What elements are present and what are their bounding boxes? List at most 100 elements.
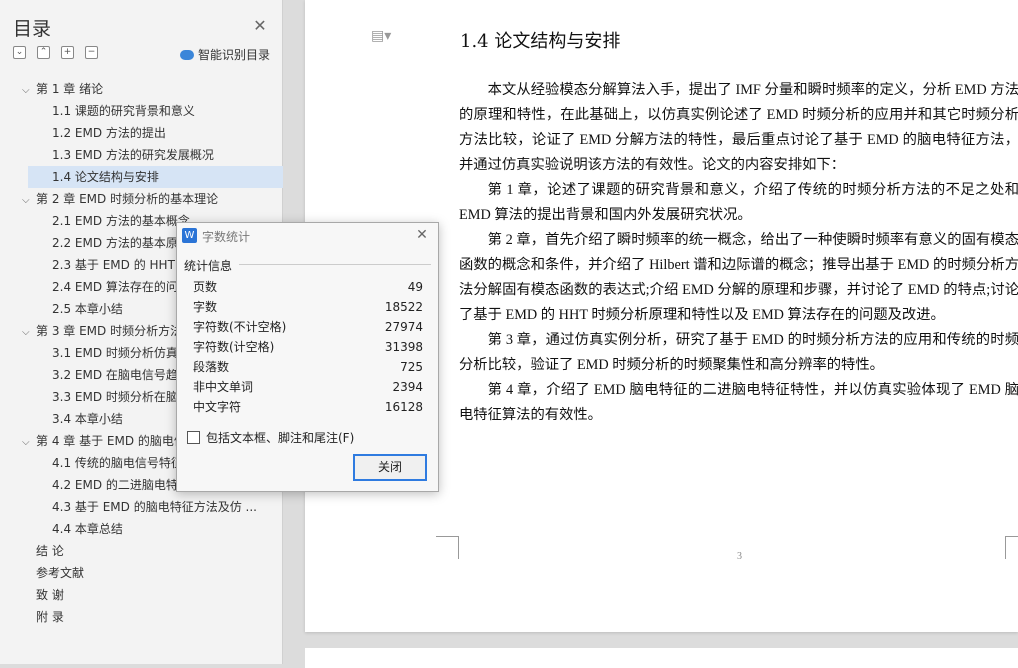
stat-row: 字符数(不计空格) 27974	[193, 317, 423, 337]
toc-item-label: 4.2 EMD 的二进脑电特征	[52, 478, 190, 492]
toc-item-label: 1.4 论文结构与安排	[52, 170, 159, 184]
document-icon[interactable]: ▤▾	[371, 28, 391, 44]
toc-item[interactable]: 3.2 EMD 在脑电信号趋势	[52, 364, 190, 386]
divider	[239, 264, 431, 265]
dialog-title: 字数统计	[202, 230, 251, 244]
toc-item-label: 第 3 章 EMD 时频分析方法	[36, 324, 183, 338]
paragraph: 第 3 章，通过仿真实例分析，研究了基于 EMD 的时频分析方法的应用和传统的时…	[459, 332, 1018, 373]
toc-item-label: 4.1 传统的脑电信号特征	[52, 456, 183, 470]
include-textbox-checkbox[interactable]: 包括文本框、脚注和尾注(F)	[187, 429, 354, 446]
toc-item[interactable]: 2.5 本章小结	[52, 298, 123, 320]
toc-item[interactable]: 1.1 课题的研究背景和意义	[52, 100, 195, 122]
stat-row: 字符数(计空格) 31398	[193, 337, 423, 357]
dialog-close-icon[interactable]: ✕	[413, 226, 431, 244]
chevron-down-icon[interactable]: ⌵	[22, 80, 36, 102]
close-icon[interactable]: ✕	[250, 16, 270, 36]
close-button[interactable]: 关闭	[353, 454, 427, 481]
toc-item[interactable]: 参考文献	[36, 562, 84, 584]
toc-item-label: 3.4 本章小结	[52, 412, 123, 426]
toc-item[interactable]: ⌵ 第 2 章 EMD 时频分析的基本理论	[22, 188, 218, 210]
toc-item[interactable]: 附 录	[36, 606, 64, 628]
toc-item-label: 3.2 EMD 在脑电信号趋势	[52, 368, 190, 382]
toc-item[interactable]: ⌵ 第 4 章 基于 EMD 的脑电信号	[22, 430, 198, 452]
toc-item-label: 2.4 EMD 算法存在的问题	[52, 280, 190, 294]
toc-item[interactable]: 2.3 基于 EMD 的 HHT	[52, 254, 175, 276]
toc-item-label: 致 谢	[36, 588, 64, 602]
stat-value: 2394	[392, 380, 423, 394]
toc-item-label: 第 1 章 绪论	[36, 82, 104, 96]
chevron-down-icon[interactable]: ⌵	[22, 322, 36, 344]
add-icon[interactable]: +	[61, 46, 74, 59]
next-page	[305, 648, 1018, 668]
stat-value: 18522	[384, 300, 423, 314]
stat-label: 字符数(计空格)	[193, 340, 275, 354]
toc-item-label: 参考文献	[36, 566, 85, 580]
stat-row: 中文字符 16128	[193, 397, 423, 417]
toc-item[interactable]: ⌵ 第 1 章 绪论	[22, 78, 103, 100]
toc-item[interactable]: 1.2 EMD 方法的提出	[52, 122, 166, 144]
toc-item-label: 2.1 EMD 方法的基本概念	[52, 214, 190, 228]
stat-row: 字数 18522	[193, 297, 423, 317]
page-corner-mark	[1005, 536, 1018, 559]
toc-item[interactable]: 4.2 EMD 的二进脑电特征	[52, 474, 190, 496]
stat-value: 16128	[384, 400, 423, 414]
paragraph: 第 1 章，论述了课题的研究背景和意义，介绍了传统的时频分析方法的不足之处和 E…	[459, 182, 1018, 223]
toc-item-label: 4.3 基于 EMD 的脑电特征方法及仿 ...	[52, 500, 257, 514]
toc-item[interactable]: 结 论	[36, 540, 64, 562]
stat-label: 字数	[193, 300, 218, 314]
checkbox-box[interactable]	[187, 431, 200, 444]
toc-item-label: 2.3 基于 EMD 的 HHT	[52, 258, 175, 272]
stat-row: 段落数 725	[193, 357, 423, 377]
toc-item[interactable]: 3.4 本章小结	[52, 408, 123, 430]
stat-value: 725	[400, 360, 423, 374]
toc-item[interactable]: 4.1 传统的脑电信号特征	[52, 452, 183, 474]
stat-value: 31398	[384, 340, 423, 354]
sidebar-title: 目录	[13, 18, 52, 40]
stat-value: 27974	[384, 320, 423, 334]
stat-value: 49	[407, 280, 423, 294]
stat-row: 非中文单词 2394	[193, 377, 423, 397]
toc-item[interactable]: 2.4 EMD 算法存在的问题	[52, 276, 190, 298]
stat-label: 非中文单词	[193, 380, 254, 394]
dialog-titlebar[interactable]: W 字数统计 ✕	[177, 223, 438, 249]
chevron-down-icon[interactable]: ⌵	[22, 432, 36, 454]
chevron-down-icon[interactable]: ⌵	[22, 190, 36, 212]
stat-label: 段落数	[193, 360, 230, 374]
toc-item-label: 3.1 EMD 时频分析仿真	[52, 346, 178, 360]
toc-item-label: 1.1 课题的研究背景和意义	[52, 104, 195, 118]
toc-item-label: 3.3 EMD 时频分析在脑	[52, 390, 178, 404]
toc-item-label: 1.2 EMD 方法的提出	[52, 126, 166, 140]
toc-item[interactable]: 1.3 EMD 方法的研究发展概况	[52, 144, 214, 166]
stats-section-label: 统计信息	[184, 259, 233, 273]
stat-row: 页数 49	[193, 277, 423, 297]
page-number: 3	[737, 551, 742, 562]
toc-item-label: 2.2 EMD 方法的基本原理	[52, 236, 190, 250]
toc-item-label: 2.5 本章小结	[52, 302, 123, 316]
toc-item[interactable]: 1.4 论文结构与安排	[28, 166, 290, 188]
collapse-all-icon[interactable]: ⌄	[13, 46, 26, 59]
toc-item[interactable]: 4.3 基于 EMD 的脑电特征方法及仿 ...	[52, 496, 257, 518]
toc-item-label: 第 2 章 EMD 时频分析的基本理论	[36, 192, 219, 206]
toc-item-label: 4.4 本章总结	[52, 522, 123, 536]
section-heading: 1.4 论文结构与安排	[460, 31, 621, 52]
toc-item[interactable]: 2.2 EMD 方法的基本原理	[52, 232, 190, 254]
wps-logo-icon: W	[182, 228, 197, 243]
toc-item[interactable]: ⌵ 第 3 章 EMD 时频分析方法	[22, 320, 182, 342]
toc-item[interactable]: 4.4 本章总结	[52, 518, 123, 540]
smart-toc-button[interactable]: 智能识别目录	[180, 46, 270, 63]
body-text: 本文从经验模态分解算法入手，提出了 IMF 分量和瞬时频率的定义，分析 EMD …	[459, 78, 1018, 428]
paragraph: 第 2 章，首先介绍了瞬时频率的统一概念，给出了一种使瞬时频率有意义的固有模态函…	[459, 232, 1018, 323]
toc-item-label: 附 录	[36, 610, 64, 624]
checkbox-label: 包括文本框、脚注和尾注(F)	[206, 431, 355, 445]
toc-item-label: 结 论	[36, 544, 64, 558]
toc-item[interactable]: 致 谢	[36, 584, 64, 606]
paragraph: 本文从经验模态分解算法入手，提出了 IMF 分量和瞬时频率的定义，分析 EMD …	[459, 82, 1018, 173]
word-count-dialog: W 字数统计 ✕ 统计信息 页数 49 字数 18522 字符数(不计空格) 2…	[176, 222, 439, 492]
cloud-icon	[180, 49, 194, 60]
remove-icon[interactable]: −	[85, 46, 98, 59]
toc-item[interactable]: 3.3 EMD 时频分析在脑	[52, 386, 178, 408]
toc-item[interactable]: 2.1 EMD 方法的基本概念	[52, 210, 190, 232]
stat-label: 页数	[193, 280, 218, 294]
toc-item[interactable]: 3.1 EMD 时频分析仿真	[52, 342, 178, 364]
expand-up-icon[interactable]: ⌃	[37, 46, 50, 59]
